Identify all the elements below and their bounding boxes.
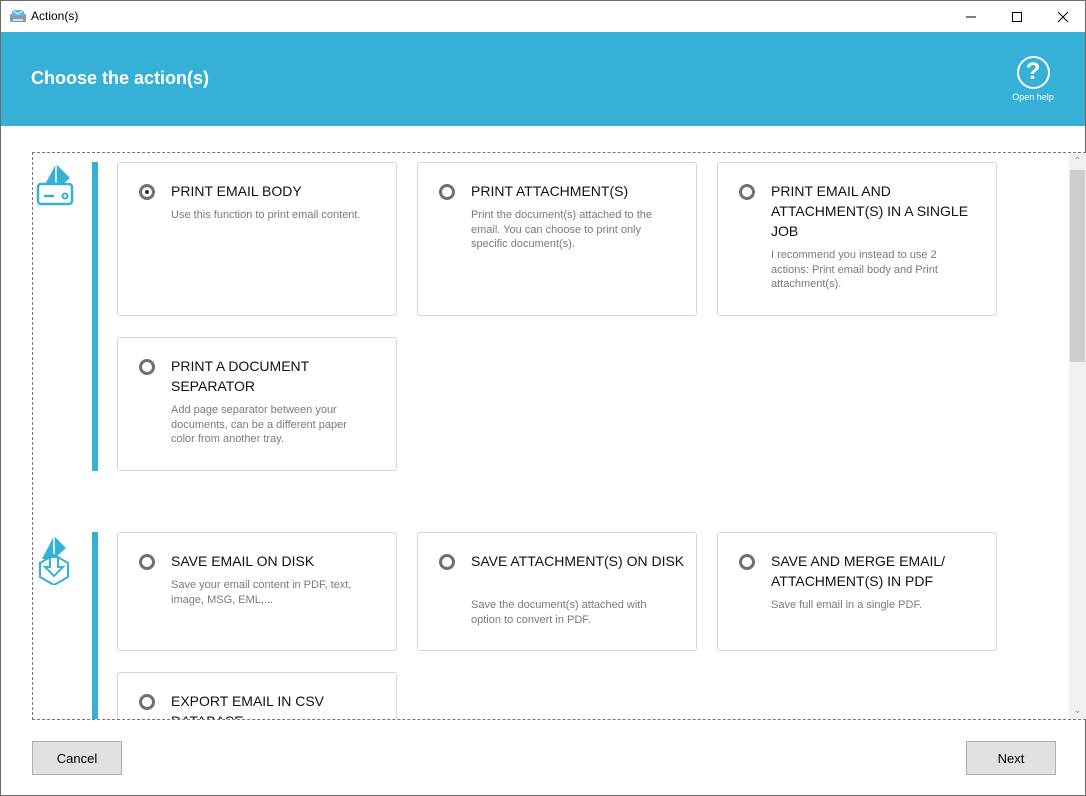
next-button[interactable]: Next xyxy=(966,741,1056,775)
card-title: PRINT EMAIL AND ATTACHMENT(S) IN A SINGL… xyxy=(771,183,969,239)
printer-envelope-icon xyxy=(36,164,74,206)
action-card-print-document-separator[interactable]: PRINT A DOCUMENT SEPARATOR Add page sepa… xyxy=(117,337,397,471)
card-description: Save the document(s) attached with optio… xyxy=(471,599,647,626)
radio-print-attachments[interactable] xyxy=(439,184,455,200)
radio-save-and-merge-pdf[interactable] xyxy=(739,554,755,570)
action-card-save-email-on-disk[interactable]: SAVE EMAIL ON DISK Save your email conte… xyxy=(117,532,397,651)
window-title: Action(s) xyxy=(31,9,79,23)
radio-save-attachments-on-disk[interactable] xyxy=(439,554,455,570)
action-card-print-attachments[interactable]: PRINT ATTACHMENT(S) Print the document(s… xyxy=(417,162,697,316)
email-printer-app-icon xyxy=(10,9,26,22)
card-title: SAVE EMAIL ON DISK xyxy=(171,553,315,569)
actions-scroll-area: PRINT EMAIL BODY Use this function to pr… xyxy=(32,152,1086,720)
action-card-save-and-merge-pdf[interactable]: SAVE AND MERGE EMAIL/ ATTACHMENT(S) IN P… xyxy=(717,532,997,651)
header-banner: Choose the action(s) ? Open help xyxy=(1,32,1085,126)
action-card-export-email-csv[interactable]: EXPORT EMAIL IN CSV DATABASE xyxy=(117,672,397,719)
minimize-icon xyxy=(966,16,976,17)
question-circle-icon: ? xyxy=(1016,56,1050,89)
card-description: Add page separator between your document… xyxy=(171,404,347,445)
radio-export-email-csv[interactable] xyxy=(139,694,155,710)
card-title: PRINT ATTACHMENT(S) xyxy=(471,183,629,199)
save-group-bar xyxy=(92,532,98,719)
scroll-down-arrow-icon[interactable]: ⌄ xyxy=(1069,702,1086,719)
card-title: EXPORT EMAIL IN CSV DATABASE xyxy=(171,693,325,719)
close-button[interactable] xyxy=(1040,1,1086,32)
radio-print-email-and-attachments[interactable] xyxy=(739,184,755,200)
vertical-scrollbar[interactable]: ⌃ ⌄ xyxy=(1069,153,1086,719)
cancel-button[interactable]: Cancel xyxy=(32,741,122,775)
scroll-up-arrow-icon[interactable]: ⌃ xyxy=(1069,153,1086,170)
open-help-button[interactable]: ? Open help xyxy=(1005,56,1061,102)
open-help-label: Open help xyxy=(1012,92,1054,102)
card-title: PRINT A DOCUMENT SEPARATOR xyxy=(171,358,309,394)
action-dialog-window: Action(s) Choose the action(s) ? Open he… xyxy=(0,0,1086,796)
card-description: Save your email content in PDF, text, im… xyxy=(171,579,352,606)
close-icon xyxy=(1057,11,1069,22)
title-bar: Action(s) xyxy=(1,1,1085,32)
save-download-envelope-icon xyxy=(39,536,69,585)
action-card-print-email-body[interactable]: PRINT EMAIL BODY Use this function to pr… xyxy=(117,162,397,316)
radio-print-document-separator[interactable] xyxy=(139,359,155,375)
maximize-icon xyxy=(1012,11,1022,22)
card-description: I recommend you instead to use 2 actions… xyxy=(771,249,938,290)
card-description: Use this function to print email content… xyxy=(171,209,361,221)
card-title: PRINT EMAIL BODY xyxy=(171,183,302,199)
card-description: Print the document(s) attached to the em… xyxy=(471,209,652,250)
card-title: SAVE ATTACHMENT(S) ON DISK xyxy=(471,553,685,569)
card-title: SAVE AND MERGE EMAIL/ ATTACHMENT(S) IN P… xyxy=(771,553,946,589)
maximize-button[interactable] xyxy=(994,1,1040,32)
card-description: Save full email in a single PDF. xyxy=(771,599,923,611)
action-card-print-email-and-attachments[interactable]: PRINT EMAIL AND ATTACHMENT(S) IN A SINGL… xyxy=(717,162,997,316)
page-title: Choose the action(s) xyxy=(31,68,210,88)
radio-print-email-body[interactable] xyxy=(139,184,155,200)
minimize-button[interactable] xyxy=(948,1,994,32)
action-card-save-attachments-on-disk[interactable]: SAVE ATTACHMENT(S) ON DISK Save the docu… xyxy=(417,532,697,651)
radio-save-email-on-disk[interactable] xyxy=(139,554,155,570)
scrollbar-thumb[interactable] xyxy=(1070,170,1085,362)
print-group-bar xyxy=(92,162,98,471)
